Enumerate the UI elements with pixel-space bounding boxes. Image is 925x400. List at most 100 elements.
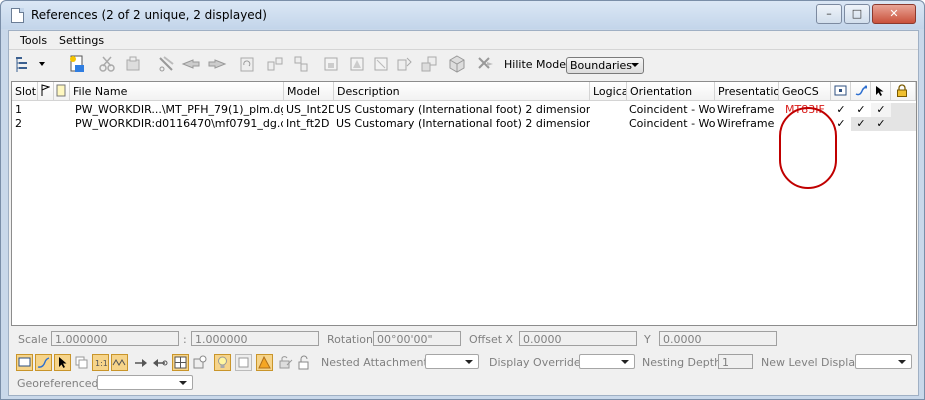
attach-reference-icon[interactable] xyxy=(67,54,87,74)
offset-y-field[interactable]: 0.0000 xyxy=(659,331,777,346)
lock-cell-shade xyxy=(891,117,916,131)
clip-back-icon[interactable] xyxy=(419,54,439,74)
ignore-attachment-icon[interactable] xyxy=(133,354,150,371)
georeferenced-label: Georeferenced: xyxy=(17,377,103,390)
new-level-display-select[interactable] xyxy=(855,354,912,369)
offset-x-label: Offset X xyxy=(469,333,514,346)
lock-cell-shade xyxy=(891,103,916,117)
chevron-down-icon xyxy=(621,360,629,364)
row-description: US Customary (International foot) 2 dime… xyxy=(336,117,590,130)
clip-mask-icon[interactable] xyxy=(347,54,367,74)
row-orientation: Coincident - World xyxy=(629,103,715,116)
hilite-mode-select[interactable]: Boundaries xyxy=(566,57,644,74)
column-header-snap[interactable] xyxy=(851,82,871,101)
column-header-geocs[interactable]: GeoCS xyxy=(779,82,831,101)
scale-field-2[interactable]: 1.000000 xyxy=(191,331,319,346)
georeferenced-select[interactable] xyxy=(97,375,193,390)
svg-text:1:1: 1:1 xyxy=(95,359,108,368)
lightbulb-icon[interactable] xyxy=(214,354,231,371)
offset-x-field[interactable]: 0.0000 xyxy=(519,331,637,346)
row-presentation: Wireframe xyxy=(717,117,775,130)
hilite-element-icon[interactable] xyxy=(256,354,273,371)
minimize-button[interactable]: – xyxy=(816,4,842,24)
maximize-button[interactable]: □ xyxy=(844,4,870,24)
row-snap-checkbox[interactable]: ✓ xyxy=(852,103,870,117)
snap-toggle-icon[interactable] xyxy=(35,354,52,371)
locate-toggle-icon[interactable] xyxy=(54,354,71,371)
tree-view-icon[interactable] xyxy=(13,54,49,74)
row-model: US_Int2D xyxy=(286,103,334,116)
true-scale-icon[interactable] xyxy=(73,354,90,371)
exchange-icon[interactable] xyxy=(475,54,495,74)
reload-icon[interactable] xyxy=(123,54,143,74)
hilite-mode-label: Hilite Mode: xyxy=(504,58,570,71)
column-header-locate[interactable] xyxy=(871,82,891,101)
hilite-mode-value: Boundaries xyxy=(570,59,633,72)
delete-clip-icon[interactable] xyxy=(371,54,391,74)
move-icon[interactable] xyxy=(157,54,177,74)
mirror-horizontal-icon[interactable] xyxy=(265,54,285,74)
scale-line-styles-icon[interactable]: 1:1 xyxy=(92,354,109,371)
column-header-description[interactable]: Description xyxy=(334,82,590,101)
column-header-file-name[interactable]: File Name xyxy=(70,82,284,101)
rotation-field[interactable]: 00°00'00" xyxy=(373,331,461,346)
lock-toggle-icon[interactable] xyxy=(277,354,294,371)
column-header-lock[interactable] xyxy=(891,82,916,101)
column-header-document[interactable] xyxy=(54,82,70,101)
column-header-model[interactable]: Model xyxy=(284,82,334,101)
offset-y-label: Y xyxy=(644,333,651,346)
column-header-flag[interactable] xyxy=(38,82,54,101)
grid-icon[interactable] xyxy=(172,354,189,371)
detach-icon[interactable] xyxy=(97,54,117,74)
lock-icon xyxy=(897,84,907,97)
references-table: Slot File Name Model Description Logical… xyxy=(11,81,917,326)
scale-field-1[interactable]: 1.000000 xyxy=(51,331,179,346)
close-button[interactable]: ✕ xyxy=(872,4,916,24)
3d-icon[interactable] xyxy=(447,54,467,74)
window-title: References (2 of 2 unique, 2 displayed) xyxy=(31,8,267,22)
column-header-slot[interactable]: Slot xyxy=(12,82,38,101)
flag-icon xyxy=(41,84,51,96)
clip-volume-icon[interactable] xyxy=(235,354,252,371)
clip-boundary-icon[interactable] xyxy=(321,54,341,74)
snap-icon xyxy=(855,85,868,96)
treat-as-element-icon[interactable] xyxy=(191,354,208,371)
scale-icon[interactable] xyxy=(207,54,227,74)
column-header-presentation[interactable]: Presentation xyxy=(715,82,779,101)
dialog-body: Tools Settings Hilite Mode: Boundaries S… xyxy=(8,30,919,396)
annotation-circle xyxy=(779,107,837,189)
display-raster-icon[interactable] xyxy=(151,354,168,371)
column-header-display[interactable] xyxy=(831,82,851,101)
menu-bar: Tools Settings xyxy=(9,31,918,50)
display-icon xyxy=(834,85,847,96)
chevron-down-icon xyxy=(179,381,187,385)
references-window: References (2 of 2 unique, 2 displayed) … xyxy=(0,0,925,400)
row-display-checkbox[interactable]: ✓ xyxy=(832,103,850,117)
menu-tools[interactable]: Tools xyxy=(20,34,47,47)
row-locate-checkbox[interactable]: ✓ xyxy=(872,117,890,131)
row-orientation: Coincident - World xyxy=(629,117,715,130)
row-snap-checkbox[interactable]: ✓ xyxy=(852,117,870,131)
title-bar: References (2 of 2 unique, 2 displayed) … xyxy=(1,1,924,29)
nesting-depth-label: Nesting Depth: xyxy=(642,356,725,369)
scale-separator: : xyxy=(183,333,187,346)
chevron-down-icon xyxy=(465,360,473,364)
row-slot: 1 xyxy=(15,103,22,116)
row-locate-checkbox[interactable]: ✓ xyxy=(872,103,890,117)
clip-front-icon[interactable] xyxy=(395,54,415,74)
line-styles-icon[interactable] xyxy=(111,354,128,371)
nesting-depth-field[interactable]: 1 xyxy=(718,354,753,369)
display-overrides-select[interactable] xyxy=(579,354,635,369)
scale-label: Scale xyxy=(18,333,48,346)
toolbar: Hilite Mode: Boundaries xyxy=(9,51,918,79)
column-header-orientation[interactable]: Orientation xyxy=(627,82,715,101)
nested-attachments-select[interactable] xyxy=(425,354,479,369)
copy-icon[interactable] xyxy=(181,54,201,74)
unlock-icon[interactable] xyxy=(296,354,313,371)
menu-settings[interactable]: Settings xyxy=(59,34,104,47)
rotate-icon[interactable] xyxy=(237,54,257,74)
mirror-vertical-icon[interactable] xyxy=(291,54,311,74)
column-header-logical[interactable]: Logical xyxy=(590,82,627,101)
display-toggle-icon[interactable] xyxy=(16,354,33,371)
row-file-name: PW_WORKDIR...\MT_PFH_79(1)_plm.dgn xyxy=(75,103,283,116)
